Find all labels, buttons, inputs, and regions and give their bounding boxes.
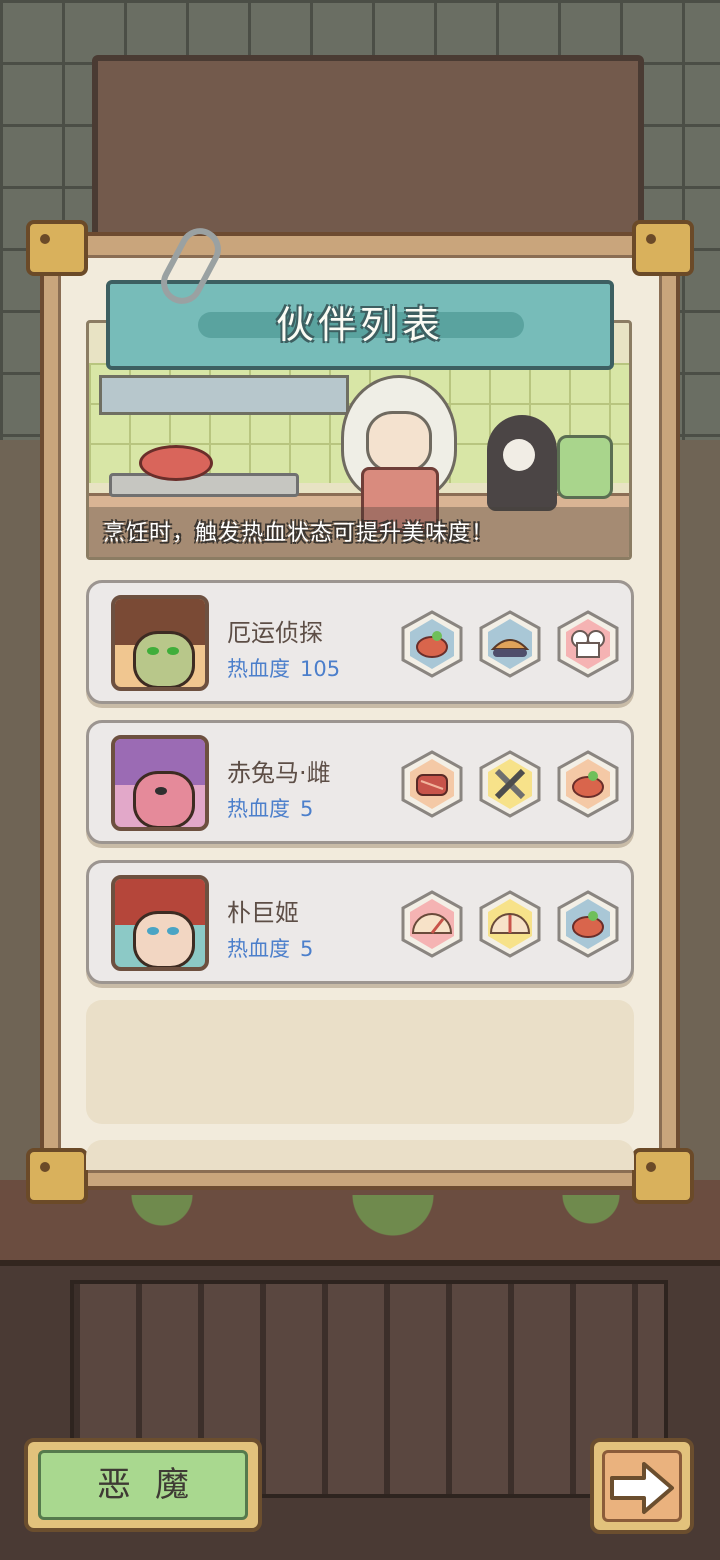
companion-name: 赤兔马·雌 xyxy=(227,759,331,787)
companion-portrait xyxy=(111,735,209,831)
next-button[interactable] xyxy=(590,1438,694,1534)
companion-name: 朴巨姬 xyxy=(227,899,299,927)
frame-corner-top-left xyxy=(26,220,88,276)
companion-heat: 热血度 5 xyxy=(227,793,313,823)
companion-card[interactable]: 朴巨姬 热血度 5 xyxy=(86,860,634,984)
companion-name: 厄运侦探 xyxy=(227,619,323,647)
skill-list xyxy=(397,749,629,819)
skill-list xyxy=(397,889,629,959)
grilled-meat-skill-icon[interactable] xyxy=(397,609,467,679)
companion-portrait xyxy=(111,595,209,691)
ghost-character xyxy=(487,415,557,511)
demon-button-label: 恶魔 xyxy=(97,1465,213,1505)
gauge-skill-icon[interactable] xyxy=(397,889,467,959)
companion-heat: 热血度 105 xyxy=(227,653,340,683)
frame-corner-bottom-right xyxy=(632,1148,694,1204)
kitchen-shelf xyxy=(99,375,349,415)
knife-spatula-skill-icon[interactable] xyxy=(475,749,545,819)
background-slime xyxy=(30,1195,690,1255)
frame-corner-bottom-left xyxy=(26,1148,88,1204)
companion-card[interactable]: 厄运侦探 热血度 105 xyxy=(86,580,634,704)
serving-tray xyxy=(109,473,299,497)
companion-heat: 热血度 5 xyxy=(227,933,313,963)
grilled-meat-skill-icon[interactable] xyxy=(553,749,623,819)
grilled-meat-skill-icon[interactable] xyxy=(553,889,623,959)
heat-value: 5 xyxy=(300,937,314,961)
background-side-left xyxy=(0,440,40,1180)
skill-list xyxy=(397,609,629,679)
seafood-dish-skill-icon[interactable] xyxy=(475,609,545,679)
illustration-caption: 烹饪时，触发热血状态可提升美味度！ xyxy=(103,521,495,546)
chef-hat-skill-icon[interactable] xyxy=(553,609,623,679)
arrow-right-icon xyxy=(610,1462,674,1514)
pickle-jar-icon xyxy=(557,435,613,499)
heat-label: 热血度 xyxy=(227,937,290,961)
demon-button[interactable]: 恶魔 xyxy=(24,1438,262,1532)
empty-companion-slot xyxy=(86,1000,634,1124)
heat-value: 5 xyxy=(300,797,314,821)
gauge-skill-icon[interactable] xyxy=(475,889,545,959)
companion-portrait xyxy=(111,875,209,971)
heat-value: 105 xyxy=(300,657,341,681)
chef-character xyxy=(321,375,471,533)
illustration-caption-bar: 烹饪时，触发热血状态可提升美味度！ xyxy=(89,507,629,557)
steak-skill-icon[interactable] xyxy=(397,749,467,819)
companion-card[interactable]: 赤兔马·雌 热血度 5 xyxy=(86,720,634,844)
heat-label: 热血度 xyxy=(227,797,290,821)
heat-label: 热血度 xyxy=(227,657,290,681)
dish-icon xyxy=(139,445,213,481)
frame-corner-top-right xyxy=(632,220,694,276)
empty-companion-slot xyxy=(86,1140,634,1170)
background-side-right xyxy=(680,440,720,1180)
